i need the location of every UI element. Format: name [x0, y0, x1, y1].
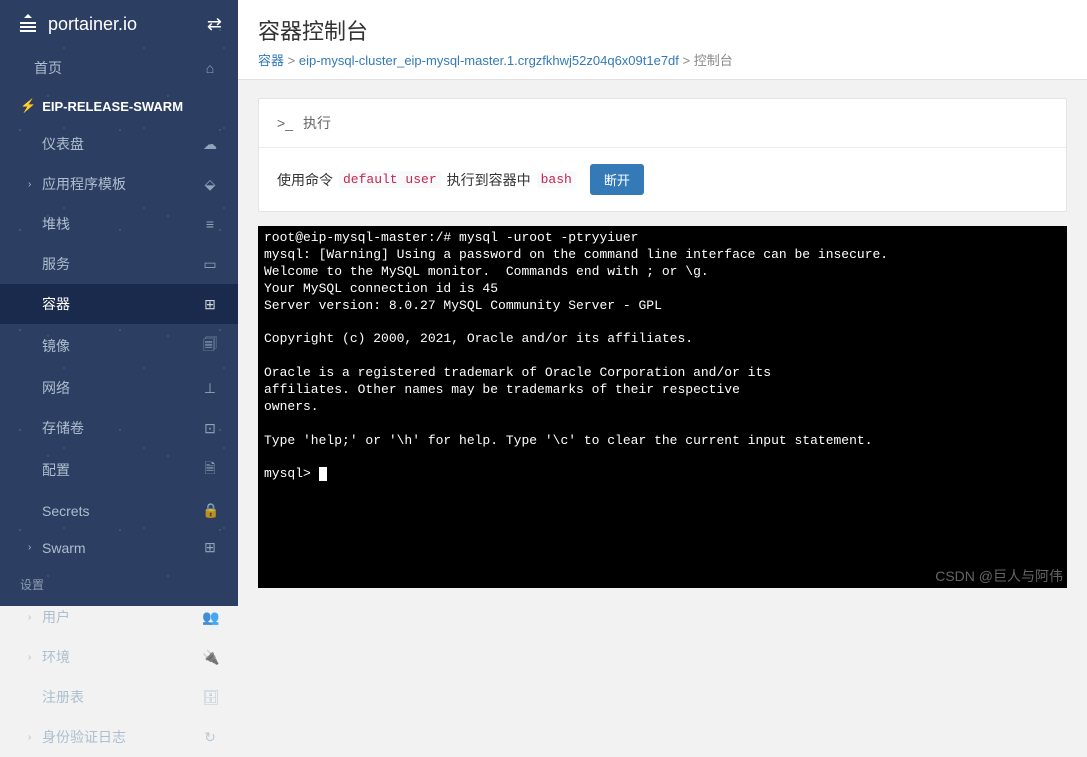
- crumb-container-id[interactable]: eip-mysql-cluster_eip-mysql-master.1.crg…: [299, 53, 679, 68]
- nav-label: 首页: [34, 58, 202, 78]
- nav-item-label: Swarm: [42, 540, 202, 556]
- home-icon: ⌂: [202, 60, 218, 76]
- nav-item-注册表[interactable]: 注册表🗄: [0, 677, 238, 717]
- nav-list: 首页 ⌂ ⚡ EIP-RELEASE-SWARM: [0, 48, 238, 124]
- nav-item-icon: 🗄: [202, 689, 218, 706]
- nav-item-icon: ≡: [202, 216, 218, 232]
- terminal-cursor: [319, 467, 327, 481]
- nav-item-icon: 🗎: [202, 458, 218, 482]
- nav-item-容器[interactable]: 容器⊞: [0, 284, 238, 324]
- crumb-containers[interactable]: 容器: [258, 53, 284, 68]
- nav-item-swarm[interactable]: ›Swarm⊞: [0, 529, 238, 566]
- exec-text-2: 执行到容器中: [447, 170, 531, 190]
- sidebar-toggle-icon[interactable]: ⇄: [207, 14, 222, 35]
- nav-item-环境[interactable]: ›环境🔌: [0, 637, 238, 677]
- nav-item-label: 配置: [42, 460, 202, 480]
- brand-header[interactable]: portainer.io ⇄: [0, 0, 238, 48]
- settings-section-label: 设置: [0, 566, 238, 597]
- nav-item-icon: 👥: [202, 609, 218, 626]
- chevron-right-icon: ›: [28, 732, 42, 743]
- nav-item-服务[interactable]: 服务▭: [0, 244, 238, 284]
- main-content: 容器控制台 容器 > eip-mysql-cluster_eip-mysql-m…: [238, 0, 1087, 606]
- nav-home[interactable]: 首页 ⌂: [0, 48, 238, 88]
- chevron-right-icon: ›: [28, 542, 42, 553]
- page-header: 容器控制台 容器 > eip-mysql-cluster_eip-mysql-m…: [238, 0, 1087, 80]
- nav-item-label: 环境: [42, 647, 202, 667]
- nav-item-应用程序模板[interactable]: ›应用程序模板⬙: [0, 164, 238, 204]
- brand-text: portainer.io: [48, 14, 137, 35]
- nav-item-label: 应用程序模板: [42, 174, 202, 194]
- nav-item-icon: ↻: [202, 729, 218, 746]
- exec-panel: >_ 执行 使用命令 default user 执行到容器中 bash 断开: [258, 98, 1067, 212]
- nav-item-label: 用户: [42, 607, 202, 627]
- content-area: >_ 执行 使用命令 default user 执行到容器中 bash 断开 r…: [238, 80, 1087, 606]
- nav-item-堆栈[interactable]: 堆栈≡: [0, 204, 238, 244]
- nav-item-icon: ☁: [202, 136, 218, 153]
- nav-items-list: 仪表盘☁›应用程序模板⬙堆栈≡服务▭容器⊞镜像🗐网络⊥存储卷⊡配置🗎Secret…: [0, 124, 238, 566]
- chevron-right-icon: ›: [28, 179, 42, 190]
- portainer-logo-icon: [16, 12, 40, 36]
- chevron-right-icon: ›: [28, 612, 42, 623]
- nav-item-icon: ⊥: [202, 380, 218, 397]
- nav-item-icon: ▭: [202, 256, 218, 273]
- nav-settings-list: ›用户👥›环境🔌注册表🗄›身份验证日志↻: [0, 597, 238, 757]
- terminal-icon: >_: [277, 115, 293, 131]
- nav-item-label: 身份验证日志: [42, 727, 202, 747]
- page-title: 容器控制台: [258, 14, 1067, 46]
- nav-item-配置[interactable]: 配置🗎: [0, 448, 238, 492]
- nav-item-label: Secrets: [42, 503, 202, 519]
- nav-environment[interactable]: ⚡ EIP-RELEASE-SWARM: [0, 88, 238, 124]
- exec-panel-header: >_ 执行: [259, 99, 1066, 148]
- nav-item-icon: ⬙: [202, 176, 218, 193]
- nav-item-icon: ⊡: [202, 420, 218, 437]
- env-name: EIP-RELEASE-SWARM: [42, 99, 218, 114]
- nav-item-label: 网络: [42, 378, 202, 398]
- nav-item-label: 堆栈: [42, 214, 202, 234]
- chevron-right-icon: ›: [28, 652, 42, 663]
- plug-icon: ⚡: [20, 98, 36, 114]
- nav-item-secrets[interactable]: Secrets🔒: [0, 492, 238, 529]
- terminal-text: root@eip-mysql-master:/# mysql -uroot -p…: [264, 230, 888, 481]
- nav-item-icon: ⊞: [202, 296, 218, 313]
- nav-item-网络[interactable]: 网络⊥: [0, 368, 238, 408]
- exec-panel-body: 使用命令 default user 执行到容器中 bash 断开: [259, 148, 1066, 211]
- sidebar: portainer.io ⇄ 首页 ⌂ ⚡ EIP-RELEASE-SWARM …: [0, 0, 238, 606]
- nav-item-icon: 🔌: [202, 649, 218, 666]
- nav-item-icon: 🔒: [202, 502, 218, 519]
- exec-shell: bash: [537, 171, 576, 188]
- exec-header-text: 执行: [303, 113, 331, 133]
- nav-item-身份验证日志[interactable]: ›身份验证日志↻: [0, 717, 238, 757]
- exec-text-1: 使用命令: [277, 170, 333, 190]
- nav-item-label: 镜像: [42, 336, 202, 356]
- exec-user: default user: [339, 171, 441, 188]
- nav-item-label: 服务: [42, 254, 202, 274]
- breadcrumb: 容器 > eip-mysql-cluster_eip-mysql-master.…: [258, 50, 1067, 69]
- nav-item-icon: ⊞: [202, 539, 218, 556]
- crumb-console: 控制台: [694, 53, 733, 68]
- nav-item-icon: 🗐: [202, 334, 218, 358]
- nav-item-label: 仪表盘: [42, 134, 202, 154]
- nav-item-label: 注册表: [42, 687, 202, 707]
- disconnect-button[interactable]: 断开: [590, 164, 644, 195]
- nav-item-label: 存储卷: [42, 418, 202, 438]
- nav-item-label: 容器: [42, 294, 202, 314]
- nav-item-用户[interactable]: ›用户👥: [0, 597, 238, 637]
- nav-item-仪表盘[interactable]: 仪表盘☁: [0, 124, 238, 164]
- terminal-output[interactable]: root@eip-mysql-master:/# mysql -uroot -p…: [258, 226, 1067, 588]
- nav-item-存储卷[interactable]: 存储卷⊡: [0, 408, 238, 448]
- nav-item-镜像[interactable]: 镜像🗐: [0, 324, 238, 368]
